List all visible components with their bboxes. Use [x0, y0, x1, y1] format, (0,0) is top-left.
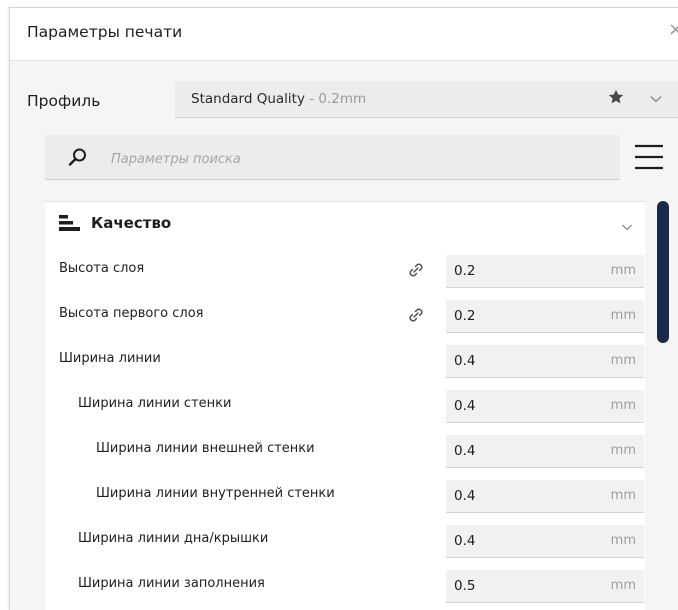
search-icon	[68, 147, 88, 171]
setting-value-field[interactable]: 0.4 mm	[446, 345, 644, 378]
profile-name-text: Standard Quality - 0.2mm	[191, 91, 366, 107]
close-icon[interactable]: ×	[668, 21, 678, 39]
profile-name: Standard Quality	[191, 91, 305, 107]
setting-unit: mm	[610, 263, 636, 278]
print-settings-panel: Параметры печати × Профиль Standard Qual…	[9, 7, 678, 610]
setting-value-field[interactable]: 0.2 mm	[446, 300, 644, 333]
search-input[interactable]	[109, 147, 593, 171]
setting-row-layer-height: Высота слоя 0.2 mm	[45, 250, 645, 290]
setting-value-field[interactable]: 0.2 mm	[446, 255, 644, 288]
setting-label: Ширина линии внутренней стенки	[96, 486, 335, 501]
setting-row-wall-line-width: Ширина линии стенки 0.4 mm	[45, 385, 645, 425]
setting-row-line-width: Ширина линии 0.4 mm	[45, 340, 645, 380]
profile-label: Профиль	[27, 92, 101, 110]
quality-icon	[59, 214, 81, 236]
setting-unit: mm	[610, 308, 636, 323]
profile-layer-height: - 0.2mm	[304, 91, 367, 107]
setting-value: 0.4	[454, 533, 476, 549]
setting-row-infill-line-width: Ширина линии заполнения 0.5 mm	[45, 565, 645, 605]
setting-label: Ширина линии внешней стенки	[96, 441, 315, 456]
setting-row-initial-layer-height: Высота первого слоя 0.2 mm	[45, 295, 645, 335]
link-icon[interactable]	[405, 259, 427, 285]
setting-unit: mm	[610, 488, 636, 503]
link-icon[interactable]	[405, 304, 427, 330]
panel-title: Параметры печати	[27, 23, 183, 41]
setting-value-field[interactable]: 0.4 mm	[446, 435, 644, 468]
settings-list: Качество Высота слоя 0.2 mm Высота перво…	[45, 201, 645, 610]
profile-dropdown[interactable]: Standard Quality - 0.2mm	[175, 81, 678, 118]
setting-value: 0.4	[454, 488, 476, 504]
setting-row-inner-wall-line-width: Ширина линии внутренней стенки 0.4 mm	[45, 475, 645, 515]
setting-row-outer-wall-line-width: Ширина линии внешней стенки 0.4 mm	[45, 430, 645, 470]
setting-unit: mm	[610, 443, 636, 458]
setting-label: Ширина линии заполнения	[78, 576, 265, 591]
settings-menu-icon[interactable]	[634, 144, 664, 174]
category-label: Качество	[91, 214, 172, 232]
setting-label: Ширина линии	[59, 351, 161, 366]
setting-label: Высота первого слоя	[59, 306, 204, 321]
setting-unit: mm	[610, 353, 636, 368]
setting-value-field[interactable]: 0.4 mm	[446, 390, 644, 423]
panel-header: Параметры печати ×	[10, 8, 678, 61]
setting-value: 0.4	[454, 398, 476, 414]
setting-unit: mm	[610, 578, 636, 593]
category-header-quality[interactable]: Качество	[45, 202, 645, 242]
setting-value-field[interactable]: 0.4 mm	[446, 480, 644, 513]
setting-label: Ширина линии дна/крышки	[78, 531, 269, 546]
setting-unit: mm	[610, 398, 636, 413]
setting-label: Высота слоя	[59, 261, 145, 276]
setting-value: 0.2	[454, 263, 476, 279]
chevron-down-icon[interactable]	[621, 218, 633, 237]
setting-value: 0.2	[454, 308, 476, 324]
star-icon[interactable]	[607, 88, 625, 111]
setting-value-field[interactable]: 0.5 mm	[446, 570, 644, 603]
setting-unit: mm	[610, 533, 636, 548]
setting-value: 0.4	[454, 353, 476, 369]
chevron-down-icon[interactable]	[649, 91, 663, 110]
setting-value: 0.4	[454, 443, 476, 459]
setting-label: Ширина линии стенки	[78, 396, 232, 411]
setting-row-top-bottom-line-width: Ширина линии дна/крышки 0.4 mm	[45, 520, 645, 560]
setting-value-field[interactable]: 0.4 mm	[446, 525, 644, 558]
search-field	[45, 135, 620, 180]
scrollbar-thumb[interactable]	[657, 201, 669, 343]
setting-value: 0.5	[454, 578, 476, 594]
